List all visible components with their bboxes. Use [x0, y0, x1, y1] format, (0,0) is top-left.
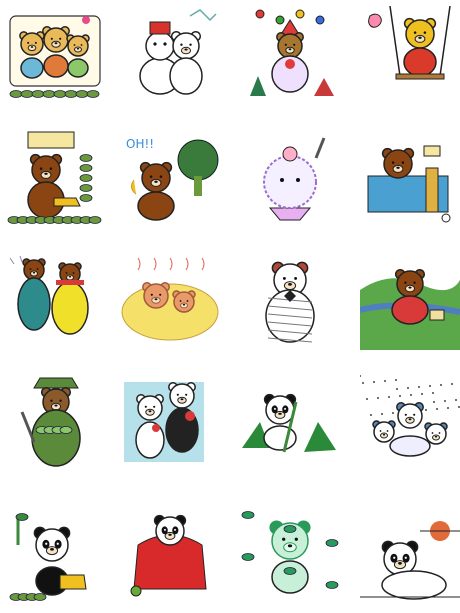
snowman-bear-icon-art — [139, 9, 217, 95]
bear-with-broccoli-icon-art: OH!! — [126, 137, 219, 221]
bear-watering-plants-icon-art — [7, 131, 102, 224]
tile-caption: OH!! — [126, 137, 154, 151]
snowman-bear-icon[interactable] — [120, 6, 220, 106]
clown-bear-juggling-icon[interactable] — [240, 6, 340, 106]
panda-with-bamboo-icon-art — [242, 393, 336, 453]
pandas-in-snow-icon[interactable] — [360, 372, 460, 472]
bear-watering-plants-icon[interactable] — [6, 128, 106, 228]
green-panda-bamboo-icon[interactable] — [240, 505, 340, 605]
bear-picnic-meadow-icon-art — [360, 268, 460, 350]
soldier-bear-icon[interactable] — [6, 372, 106, 472]
panda-sunset-icon[interactable] — [360, 505, 460, 605]
bear-on-swing-icon[interactable] — [360, 6, 460, 106]
panda-watering-can-icon-art — [9, 513, 87, 601]
clown-bear-juggling-icon-art — [250, 9, 334, 96]
soldier-bear-icon-art — [20, 377, 81, 467]
bear-picnic-meadow-icon[interactable] — [360, 250, 460, 350]
two-bears-winter-coats-icon[interactable] — [6, 250, 106, 350]
panda-sunset-icon-art — [360, 521, 460, 600]
white-bears-with-flowers-icon[interactable] — [120, 372, 220, 472]
two-bears-winter-coats-icon-art — [9, 255, 89, 335]
mummy-bear-icon-art — [265, 261, 315, 343]
hairy-creature-dessert-icon[interactable] — [240, 128, 340, 228]
mummy-bear-icon[interactable] — [240, 250, 340, 350]
panda-with-bamboo-icon[interactable] — [240, 372, 340, 472]
bears-in-hot-spring-icon-art — [121, 257, 219, 341]
bear-with-broccoli-icon[interactable]: OH!! — [120, 128, 220, 228]
panda-watering-can-icon[interactable] — [6, 505, 106, 605]
green-panda-bamboo-icon-art — [241, 511, 339, 594]
bear-in-bathtub-icon-art — [367, 145, 451, 223]
panda-in-red-blanket-icon-art — [130, 514, 207, 597]
pandas-in-snow-icon-art — [360, 375, 460, 457]
bears-in-hot-spring-icon[interactable] — [120, 250, 220, 350]
panda-in-red-blanket-icon[interactable] — [120, 505, 220, 605]
white-bears-with-flowers-icon-art — [124, 382, 204, 462]
clipart-grid: OH!! — [0, 0, 460, 613]
hairy-creature-dessert-icon-art — [263, 137, 326, 221]
bears-family-frame-icon-art — [9, 15, 101, 98]
bear-in-bathtub-icon[interactable] — [360, 128, 460, 228]
bears-family-frame-icon[interactable] — [6, 6, 106, 106]
bear-on-swing-icon-art — [368, 6, 451, 80]
